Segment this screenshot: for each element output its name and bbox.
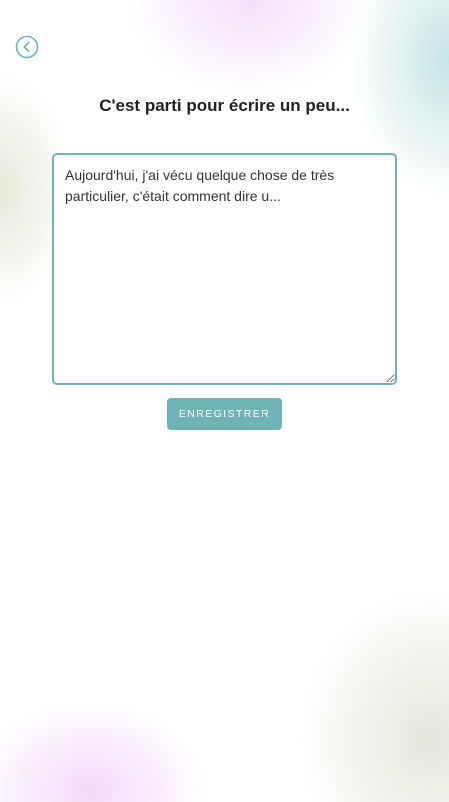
chevron-left-circle-icon: [15, 35, 39, 59]
save-button[interactable]: ENREGISTRER: [167, 398, 282, 430]
journal-entry-textarea[interactable]: Aujourd'hui, j'ai vécu quelque chose de …: [52, 153, 397, 385]
page-title: C'est parti pour écrire un peu...: [99, 96, 350, 115]
back-button[interactable]: [15, 35, 39, 59]
